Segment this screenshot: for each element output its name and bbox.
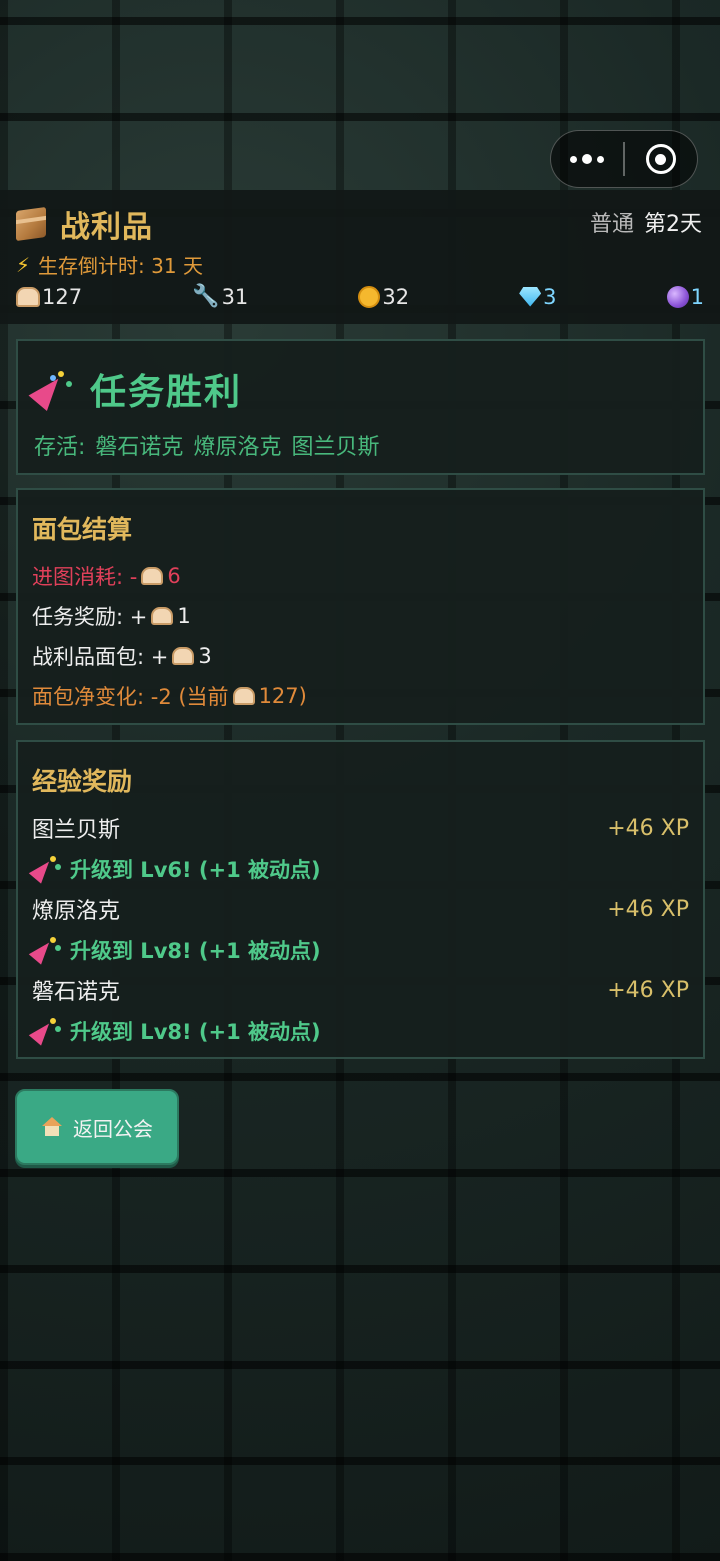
resource-value: 31 (221, 284, 249, 309)
xp-rewards-card: 经验奖励 图兰贝斯 +46 XP 升级到 Lv6! (+1 被动点) 燎原洛克 … (16, 740, 705, 1059)
victory-title-row: 任务胜利 (28, 363, 687, 415)
mission-reward-value: 1 (177, 604, 191, 628)
resource-bar: 127 🔧 31 32 3 1 (16, 284, 704, 309)
loot-bread-line: 战利品面包: + 3 (32, 636, 689, 676)
net-change-label: 面包净变化: -2 (当前 (32, 685, 229, 709)
countdown-text: 生存倒计时: 31 天 (38, 254, 203, 278)
victory-card: 任务胜利 存活: 磐石诺克 燎原洛克 图兰贝斯 (16, 339, 705, 475)
mission-reward-label: 任务奖励: + (32, 605, 148, 629)
xp-section-title: 经验奖励 (32, 767, 133, 796)
loot-bread-value: 3 (198, 644, 212, 668)
bread-icon (172, 647, 195, 665)
levelup-row: 升级到 Lv6! (+1 被动点) (28, 848, 689, 889)
hero-name: 燎原洛克 (32, 899, 121, 924)
net-change-value: 127) (258, 684, 307, 708)
entry-cost-line: 进图消耗: - 6 (32, 556, 689, 596)
target-close-icon (645, 144, 676, 174)
entry-cost-value: 6 (167, 564, 181, 588)
xp-amount: +46 XP (607, 815, 689, 841)
page-title: 战利品 (60, 210, 153, 245)
bread-section-title: 面包结算 (32, 515, 133, 544)
hero-xp-row: 图兰贝斯 +46 XP (32, 808, 689, 848)
levelup-row: 升级到 Lv8! (+1 被动点) (28, 929, 689, 970)
survivors-line: 存活: 磐石诺克 燎原洛克 图兰贝斯 (34, 429, 687, 461)
hero-xp-row: 磐石诺克 +46 XP (32, 970, 689, 1010)
survivor-name: 磐石诺克 (95, 435, 184, 460)
hero-xp-row: 燎原洛克 +46 XP (32, 889, 689, 929)
victory-title: 任务胜利 (90, 372, 243, 413)
bread-icon (151, 607, 174, 625)
resource-value: 127 (42, 284, 83, 309)
entry-cost-label: 进图消耗: - (32, 565, 138, 589)
more-dots-icon (570, 154, 605, 164)
resource-orb: 1 (666, 284, 704, 309)
gem-icon (519, 286, 542, 307)
day-label: 第2天 (644, 212, 702, 237)
resource-value: 1 (690, 284, 704, 309)
bread-icon (16, 286, 40, 307)
day-info: 普通 第2天 (590, 206, 702, 238)
levelup-row: 升级到 Lv8! (+1 被动点) (28, 1010, 689, 1051)
header-panel: 战利品 普通 第2天 ⚡ 生存倒计时: 31 天 127 🔧 31 32 3 1 (0, 190, 720, 324)
resource-bread: 127 (16, 285, 82, 309)
difficulty-label: 普通 (589, 212, 634, 237)
hero-name: 图兰贝斯 (32, 818, 121, 843)
bread-icon (232, 687, 255, 705)
lightning-icon: ⚡ (16, 252, 31, 277)
more-button[interactable] (551, 131, 623, 187)
party-popper-icon (28, 369, 74, 411)
resource-wrench: 🔧 31 (192, 284, 248, 309)
wrench-icon: 🔧 (192, 284, 220, 309)
bread-settlement-card: 面包结算 进图消耗: - 6 任务奖励: + 1 战利品面包: + 3 面包净变… (16, 488, 705, 725)
countdown-row: ⚡ 生存倒计时: 31 天 (16, 250, 203, 279)
coin-icon (358, 285, 381, 308)
survivors-label: 存活: (34, 435, 86, 460)
resource-value: 3 (543, 284, 557, 309)
levelup-text: 升级到 Lv8! (+1 被动点) (70, 1019, 321, 1044)
return-guild-button[interactable]: 返回公会 (15, 1089, 179, 1165)
xp-amount: +46 XP (607, 977, 689, 1003)
mission-reward-line: 任务奖励: + 1 (32, 596, 689, 636)
net-change-line: 面包净变化: -2 (当前 127) (32, 676, 689, 716)
levelup-text: 升级到 Lv6! (+1 被动点) (70, 857, 321, 882)
party-popper-icon (28, 1017, 61, 1046)
return-guild-label: 返回公会 (73, 1116, 153, 1141)
loot-bread-label: 战利品面包: + (32, 645, 169, 669)
survivor-name: 图兰贝斯 (291, 435, 380, 460)
home-icon (41, 1117, 63, 1137)
title-row: 战利品 (16, 202, 153, 246)
party-popper-icon (28, 936, 61, 965)
resource-gem: 3 (519, 284, 557, 309)
survivor-name: 燎原洛克 (193, 435, 282, 460)
miniprogram-capsule (550, 130, 698, 188)
bread-icon (141, 567, 164, 585)
resource-value: 32 (382, 284, 410, 309)
close-miniprogram-button[interactable] (625, 131, 697, 187)
resource-coin: 32 (358, 285, 409, 309)
orb-icon (666, 285, 689, 308)
party-popper-icon (28, 855, 61, 884)
box-icon (16, 206, 46, 242)
hero-name: 磐石诺克 (32, 980, 121, 1005)
levelup-text: 升级到 Lv8! (+1 被动点) (70, 938, 321, 963)
xp-amount: +46 XP (607, 896, 689, 922)
